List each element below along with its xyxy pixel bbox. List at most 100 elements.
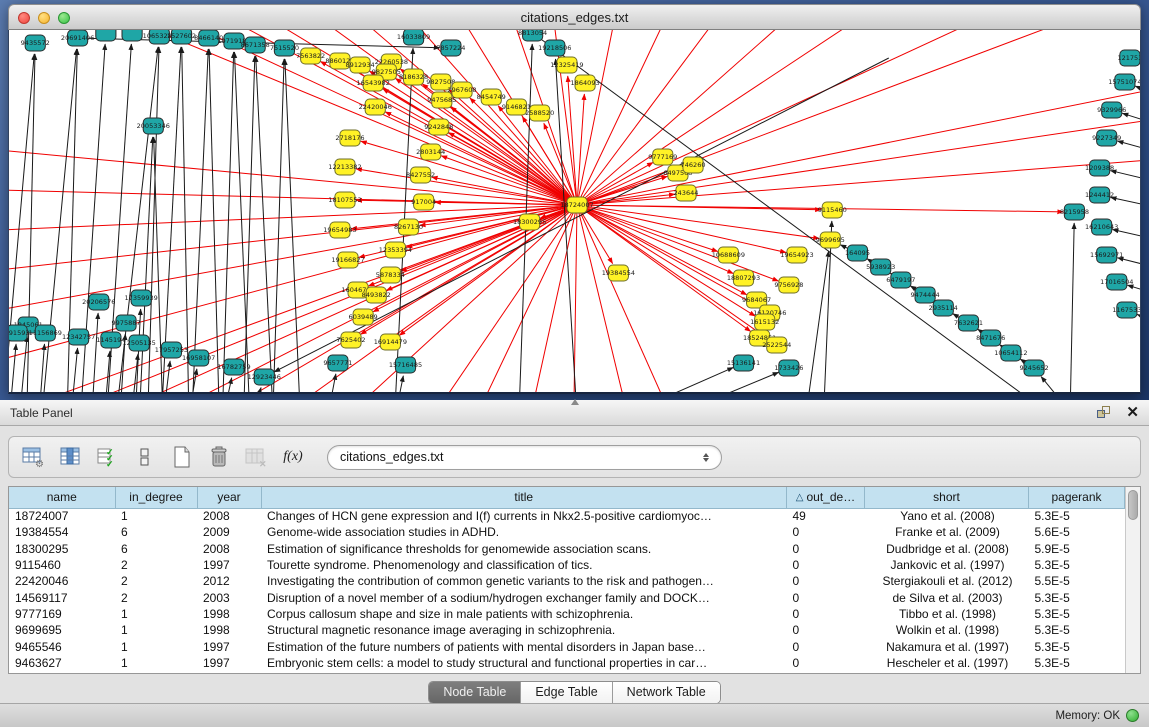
table-cell[interactable]: 9115460	[9, 557, 115, 573]
close-window-button[interactable]	[18, 12, 30, 24]
graph-node-teal[interactable]: 12342757	[62, 329, 95, 345]
graph-node-teal[interactable]: 20206576	[82, 294, 115, 310]
column-header-title[interactable]: title	[261, 487, 787, 508]
graph-node-teal[interactable]: 8215958	[1060, 204, 1089, 220]
table-row[interactable]: 977716911998Corpus callosum shape and si…	[9, 606, 1125, 622]
table-cell[interactable]: 5.3E-5	[1029, 606, 1125, 622]
table-cell[interactable]: 0	[787, 606, 865, 622]
table-cell[interactable]: 49	[787, 508, 865, 524]
table-cell[interactable]: 1997	[197, 557, 261, 573]
table-cell[interactable]: Yano et al. (2008)	[865, 508, 1029, 524]
graph-node-teal[interactable]: 16210643	[1085, 219, 1118, 235]
graph-node-teal[interactable]: 8813054	[518, 30, 547, 41]
table-cell[interactable]: 0	[787, 655, 865, 671]
network-window-titlebar[interactable]: citations_edges.txt	[8, 4, 1141, 30]
table-cell[interactable]: 0	[787, 541, 865, 557]
graph-node-teal[interactable]: 10654112	[994, 345, 1027, 361]
network-canvas[interactable]: 1872400794355722069140610653287152760284…	[8, 30, 1141, 394]
table-cell[interactable]: Corpus callosum shape and size in male p…	[261, 606, 787, 622]
graph-node-teal[interactable]: 9245652	[1019, 360, 1048, 376]
graph-node-yellow[interactable]: 243644	[673, 185, 698, 201]
graph-node-teal[interactable]: 391593	[9, 325, 30, 341]
graph-node-teal[interactable]: 19218506	[538, 40, 571, 56]
table-cell[interactable]: Wolkin et al. (1998)	[865, 622, 1029, 638]
graph-node-teal[interactable]: 1209388	[1085, 160, 1114, 176]
table-cell[interactable]: 0	[787, 622, 865, 638]
table-cell[interactable]: 1998	[197, 622, 261, 638]
table-cell[interactable]: 2003	[197, 589, 261, 605]
graph-node-teal[interactable]: 1167533	[1112, 302, 1140, 318]
import-table-icon[interactable]: ✓✓✓	[95, 444, 121, 470]
table-cell[interactable]: 9777169	[9, 606, 115, 622]
table-cell[interactable]: 0	[787, 573, 865, 589]
table-row[interactable]: 1938455462009Genome-wide association stu…	[9, 524, 1125, 540]
graph-node-teal[interactable]: 8471676	[976, 330, 1005, 346]
graph-node-yellow[interactable]: 19384554	[602, 265, 635, 281]
table-cell[interactable]: 2	[115, 557, 197, 573]
table-cell[interactable]: 6	[115, 541, 197, 557]
table-cell[interactable]: 9699695	[9, 622, 115, 638]
table-cell[interactable]: Changes of HCN gene expression and I(f) …	[261, 508, 787, 524]
graph-node-yellow[interactable]: 19654923	[780, 247, 813, 263]
graph-node-teal[interactable]: 121753	[1117, 50, 1140, 66]
table-cell[interactable]: 9465546	[9, 638, 115, 654]
minimize-window-button[interactable]	[38, 12, 50, 24]
table-cell[interactable]: Genome-wide association studies in ADHD.	[261, 524, 787, 540]
table-cell[interactable]: 0	[787, 638, 865, 654]
table-cell[interactable]: 5.3E-5	[1029, 655, 1125, 671]
table-cell[interactable]: 18300295	[9, 541, 115, 557]
table-scrollbar[interactable]	[1125, 487, 1140, 673]
table-cell[interactable]: 1998	[197, 606, 261, 622]
table-cell[interactable]: 0	[787, 589, 865, 605]
graph-node-teal[interactable]: 20691406	[61, 30, 94, 46]
graph-node-teal[interactable]: 15751074	[1108, 74, 1140, 90]
graph-node-teal[interactable]: 17359939	[125, 290, 158, 306]
graph-node-teal[interactable]	[96, 30, 116, 41]
table-row[interactable]: 946554611997Estimation of the future num…	[9, 638, 1125, 654]
graph-node-yellow[interactable]: 16914479	[374, 334, 407, 350]
table-cell[interactable]: 5.3E-5	[1029, 589, 1125, 605]
graph-node-yellow[interactable]: 1864093	[571, 75, 600, 91]
table-cell[interactable]: Estimation of the future numbers of pati…	[261, 638, 787, 654]
tab-edge-table[interactable]: Edge Table	[521, 682, 612, 703]
graph-node-yellow[interactable]: 2718176	[335, 130, 364, 146]
table-cell[interactable]: 2	[115, 573, 197, 589]
tab-node-table[interactable]: Node Table	[429, 682, 521, 703]
citation-network-graph[interactable]: 1872400794355722069140610653287152760284…	[9, 30, 1140, 392]
select-columns-icon[interactable]	[58, 444, 84, 470]
table-settings-icon[interactable]: ⚙	[21, 444, 47, 470]
graph-node-yellow[interactable]: 12213382	[328, 159, 361, 175]
column-header-name[interactable]: name	[9, 487, 115, 508]
table-cell[interactable]: 9463627	[9, 655, 115, 671]
graph-node-yellow[interactable]: 19166827	[331, 252, 364, 268]
column-header-out_de[interactable]: △out_de…	[787, 487, 865, 508]
table-cell[interactable]: 0	[787, 524, 865, 540]
graph-node-yellow[interactable]: 917004	[411, 194, 436, 210]
table-cell[interactable]: 1	[115, 638, 197, 654]
table-cell[interactable]: Hescheler et al. (1997)	[865, 655, 1029, 671]
graph-node-yellow[interactable]: 9756928	[774, 277, 803, 293]
graph-node-teal[interactable]: 1527602	[167, 30, 196, 44]
table-cell[interactable]: Estimation of significance thresholds fo…	[261, 541, 787, 557]
table-cell[interactable]: 5.3E-5	[1029, 622, 1125, 638]
table-row[interactable]: 911546021997Tourette syndrome. Phenomeno…	[9, 557, 1125, 573]
table-row[interactable]: 969969511998Structural magnetic resonanc…	[9, 622, 1125, 638]
table-cell[interactable]: 5.3E-5	[1029, 638, 1125, 654]
graph-node-yellow[interactable]: 18107553	[328, 192, 361, 208]
table-row[interactable]: 1456911722003Disruption of a novel membe…	[9, 589, 1125, 605]
table-row[interactable]: 2242004622012Investigating the contribut…	[9, 573, 1125, 589]
table-selector-dropdown[interactable]: citations_edges.txt	[327, 445, 722, 470]
table-cell[interactable]: Stergiakouli et al. (2012)	[865, 573, 1029, 589]
table-cell[interactable]: Dudbridge et al. (2008)	[865, 541, 1029, 557]
graph-node-teal[interactable]: 12505135	[122, 335, 155, 351]
table-cell[interactable]: 1997	[197, 655, 261, 671]
graph-node-yellow[interactable]: 10688609	[712, 247, 745, 263]
graph-node-teal[interactable]: 15692971	[1090, 247, 1123, 263]
table-cell[interactable]: 22420046	[9, 573, 115, 589]
merge-rows-icon[interactable]	[132, 444, 158, 470]
table-cell[interactable]: Structural magnetic resonance image aver…	[261, 622, 787, 638]
table-cell[interactable]: 0	[787, 557, 865, 573]
table-cell[interactable]: Nakamura et al. (1997)	[865, 638, 1029, 654]
graph-node-yellow[interactable]: 12353394	[379, 242, 412, 258]
table-cell[interactable]: 1	[115, 606, 197, 622]
